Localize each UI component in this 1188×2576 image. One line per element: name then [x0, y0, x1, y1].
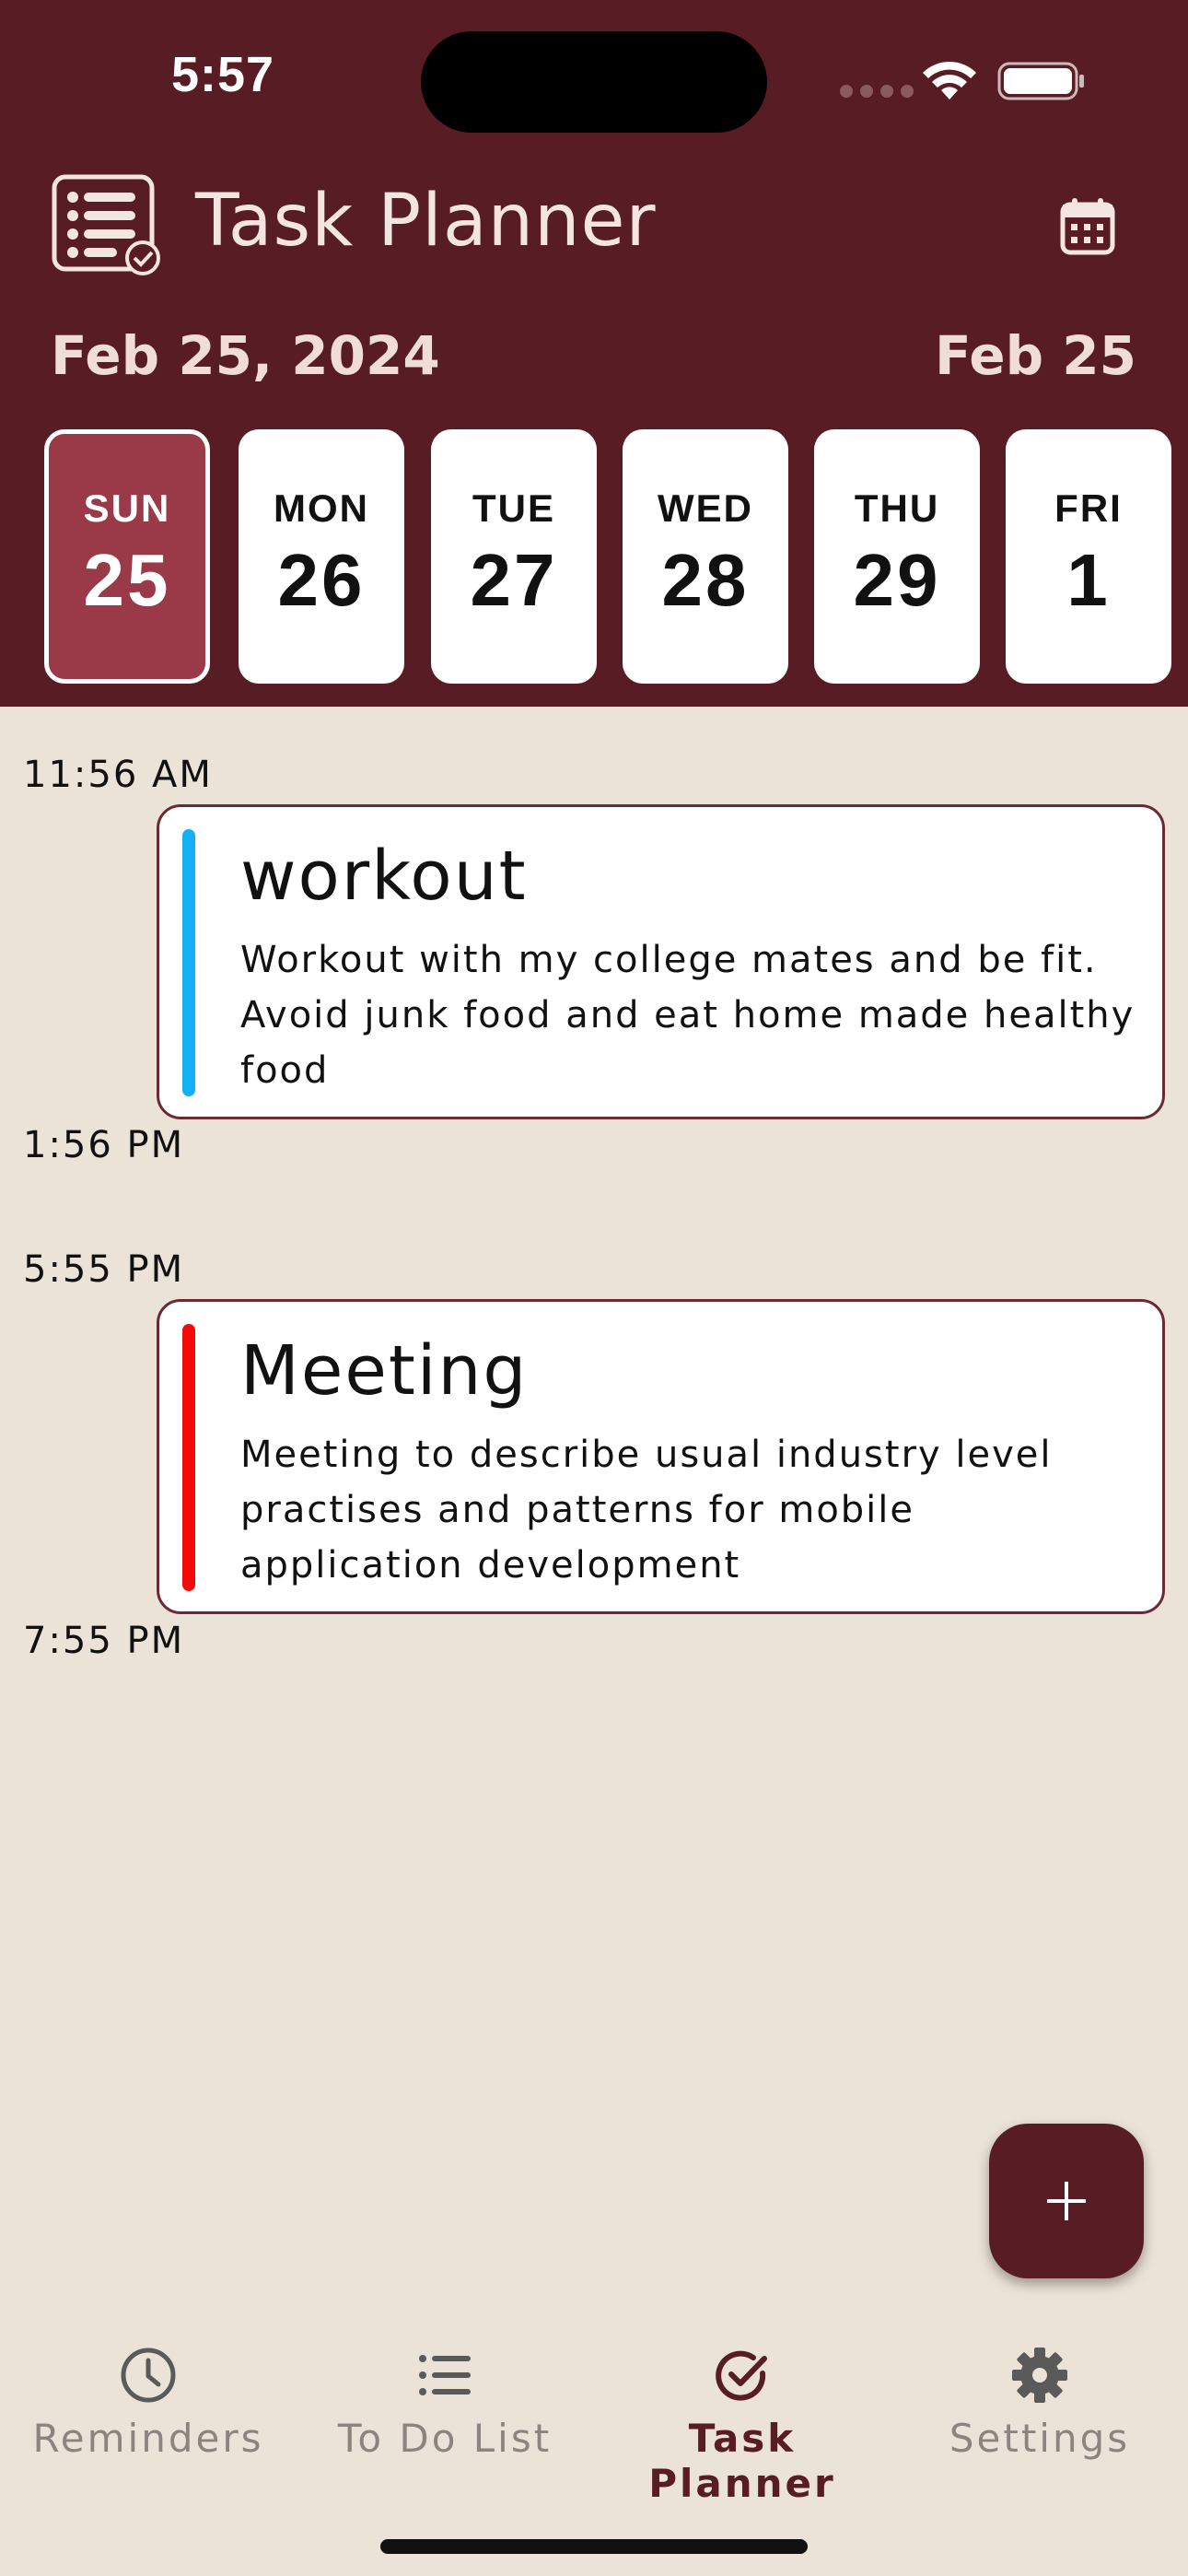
day-card-sun[interactable]: SUN 25: [44, 429, 210, 684]
day-card-fri[interactable]: FRI 1: [1006, 429, 1171, 684]
task-card-meeting[interactable]: Meeting Meeting to describe usual indust…: [157, 1299, 1165, 1614]
day-name: WED: [658, 486, 753, 530]
task-description: Meeting to describe usual industry level…: [240, 1434, 1053, 1587]
home-indicator: [380, 2539, 808, 2554]
day-number: 1: [1066, 539, 1111, 621]
task-end-time: 7:55 PM: [23, 1620, 185, 1662]
task-end-time: 1:56 PM: [23, 1124, 185, 1166]
status-time: 5:57: [171, 47, 275, 102]
app-header: 5:57 Task Planner Feb 25, 2024 Feb 25 SU…: [0, 0, 1188, 707]
add-task-button[interactable]: [989, 2124, 1144, 2278]
nav-label: Settings: [949, 2416, 1131, 2461]
day-name: TUE: [472, 486, 555, 530]
day-number: 29: [853, 539, 941, 621]
day-name: THU: [854, 486, 940, 530]
task-card-workout[interactable]: workout Workout with my college mates an…: [157, 804, 1165, 1119]
task-color-bar: [182, 1324, 195, 1591]
day-card-thu[interactable]: THU 29: [814, 429, 980, 684]
task-start-time: 11:56 AM: [23, 754, 213, 796]
day-name: SUN: [83, 486, 171, 530]
dynamic-island: [421, 31, 767, 133]
day-number: 27: [470, 539, 558, 621]
list-icon: [419, 2355, 471, 2395]
nav-label: Reminders: [32, 2416, 264, 2461]
nav-label: To Do List: [337, 2416, 553, 2461]
day-card-wed[interactable]: WED 28: [623, 429, 788, 684]
bottom-navigation: Reminders To Do List Task Planner Settin…: [0, 2322, 1188, 2506]
day-card-tue[interactable]: TUE 27: [431, 429, 597, 684]
task-start-time: 5:55 PM: [23, 1248, 185, 1291]
checklist-icon: [52, 174, 160, 275]
selected-date-short: Feb 25: [934, 324, 1136, 387]
battery-icon: [997, 62, 1084, 100]
plus-icon: [1047, 2182, 1086, 2220]
gear-icon: [1012, 2348, 1067, 2403]
status-bar: 5:57: [0, 0, 1188, 157]
task-description: Workout with my college mates and be fit…: [240, 939, 1136, 1092]
app-title: Task Planner: [195, 180, 657, 263]
nav-item-todo-list[interactable]: To Do List: [297, 2322, 593, 2478]
selected-date-full: Feb 25, 2024: [51, 324, 440, 387]
day-selector: SUN 25 MON 26 TUE 27 WED 28 THU 29 FRI 1: [44, 429, 1188, 684]
check-circle-icon: [716, 2350, 767, 2401]
nav-item-task-planner[interactable]: Task Planner: [594, 2322, 891, 2506]
wifi-icon: [923, 61, 976, 100]
nav-item-settings[interactable]: Settings: [891, 2322, 1188, 2478]
calendar-icon[interactable]: [1057, 195, 1118, 256]
day-name: FRI: [1054, 486, 1123, 530]
day-name: MON: [274, 486, 369, 530]
nav-label: Task Planner: [648, 2416, 836, 2506]
day-number: 25: [83, 539, 171, 621]
day-card-mon[interactable]: MON 26: [239, 429, 404, 684]
clock-icon: [121, 2348, 176, 2403]
day-number: 28: [661, 539, 750, 621]
task-title: workout: [240, 837, 528, 916]
task-color-bar: [182, 829, 195, 1096]
cellular-signal-icon: [840, 85, 914, 98]
nav-item-reminders[interactable]: Reminders: [0, 2322, 297, 2478]
task-title: Meeting: [240, 1331, 529, 1411]
day-number: 26: [277, 539, 366, 621]
